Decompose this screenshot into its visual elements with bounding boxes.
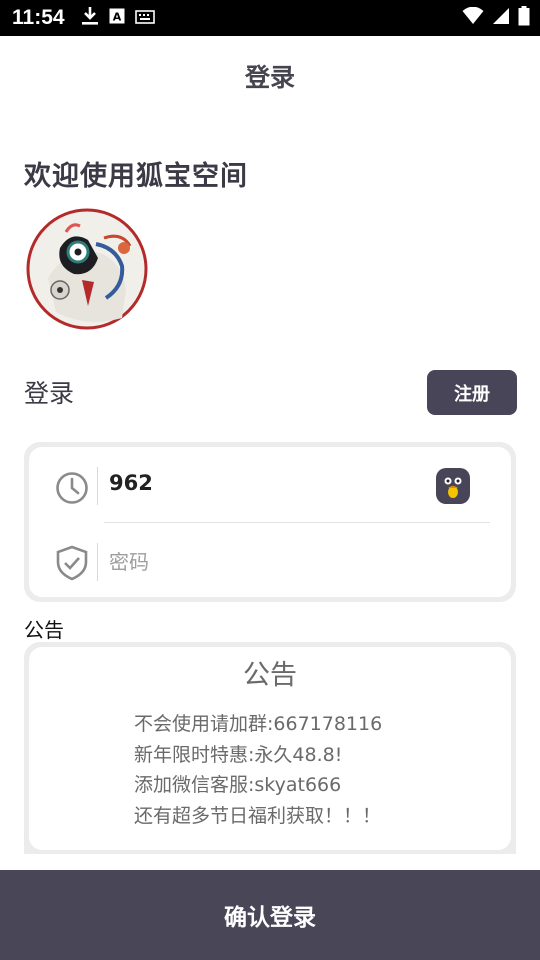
- download-icon: [81, 6, 99, 30]
- confirm-login-button[interactable]: 确认登录: [0, 870, 540, 960]
- notice-card: 公告 不会使用请加群:667178116 新年限时特惠:永久48.8! 添加微信…: [24, 642, 516, 854]
- notice-panel: 公告 不会使用请加群:667178116 新年限时特惠:永久48.8! 添加微信…: [29, 647, 511, 850]
- status-time: 11:54: [12, 6, 65, 29]
- account-input[interactable]: 962: [109, 471, 153, 495]
- avatar[interactable]: [26, 208, 148, 330]
- wifi-icon: [462, 6, 484, 29]
- signal-icon: [492, 7, 510, 29]
- register-button[interactable]: 注册: [427, 370, 517, 415]
- clock-icon: [55, 471, 89, 509]
- page-title: 登录: [244, 63, 295, 92]
- form-divider: [104, 522, 490, 523]
- keyboard-a-icon: A: [109, 8, 125, 28]
- welcome-heading: 欢迎使用狐宝空间: [24, 161, 248, 192]
- password-input[interactable]: [107, 543, 411, 581]
- notice-line: 添加微信客服:skyat666: [134, 774, 342, 796]
- login-form: 962: [29, 447, 511, 597]
- login-form-card: 962: [24, 442, 516, 602]
- password-divider: [97, 543, 98, 581]
- notice-line: 不会使用请加群:667178116: [134, 713, 383, 735]
- qq-penguin-icon[interactable]: [435, 467, 471, 505]
- keyboard-icon: [134, 9, 155, 28]
- shield-check-icon: [55, 545, 89, 585]
- login-section-label: 登录: [24, 379, 75, 408]
- notice-line: 新年限时特惠:永久48.8!: [134, 743, 343, 766]
- battery-icon: [518, 6, 530, 30]
- account-divider: [97, 467, 98, 505]
- notice-line: 还有超多节日福利获取！！！: [134, 804, 382, 827]
- notice-body: 不会使用请加群:667178116 新年限时特惠:永久48.8! 添加微信客服:…: [134, 709, 382, 831]
- status-bar: 11:54 A: [0, 0, 540, 36]
- svg-text:A: A: [112, 11, 121, 24]
- notice-section-label: 公告: [24, 618, 64, 642]
- notice-title: 公告: [243, 660, 297, 691]
